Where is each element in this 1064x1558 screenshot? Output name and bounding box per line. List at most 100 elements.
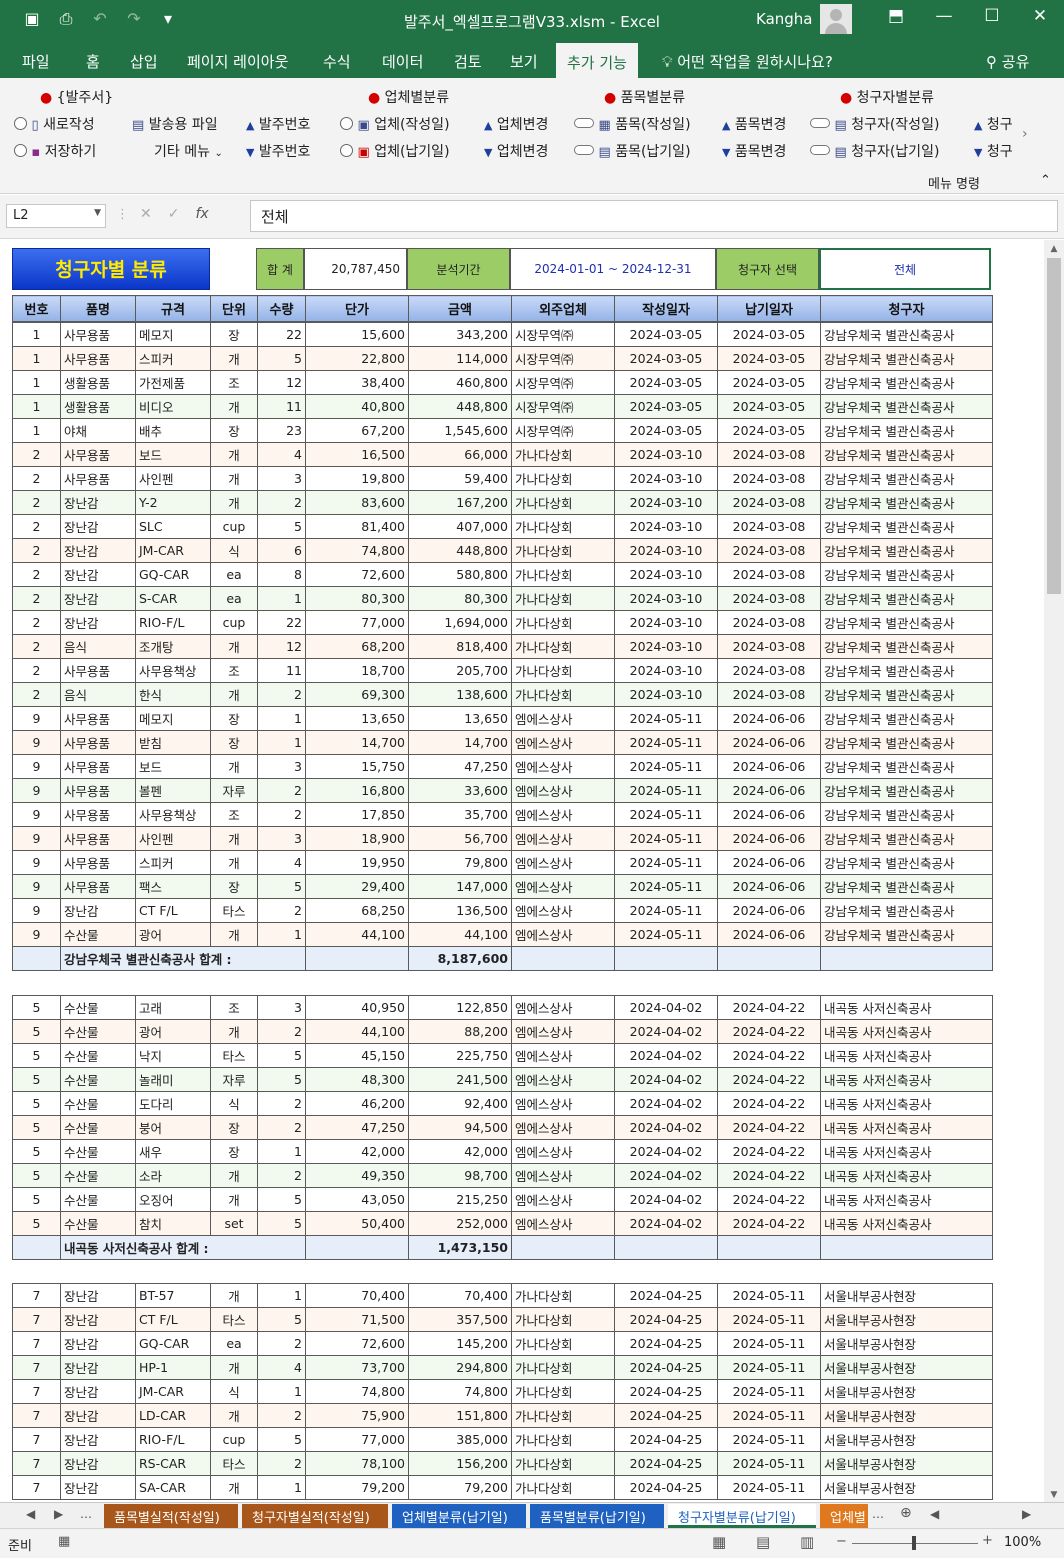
export-file-button[interactable]: ▤ 발송용 파일 bbox=[132, 114, 218, 134]
table-cell[interactable]: 2024-04-02 bbox=[614, 1211, 718, 1236]
table-cell[interactable]: 5 bbox=[12, 1115, 61, 1140]
table-cell[interactable]: 장난감 bbox=[60, 1307, 136, 1332]
table-cell[interactable]: 장난감 bbox=[60, 1283, 136, 1308]
table-cell[interactable]: 2024-04-22 bbox=[717, 1067, 821, 1092]
table-cell[interactable]: 엠에스상사 bbox=[511, 1067, 615, 1092]
table-cell[interactable]: 16,500 bbox=[305, 442, 409, 467]
table-cell[interactable]: 2024-04-02 bbox=[614, 1163, 718, 1188]
table-cell[interactable]: 2024-04-22 bbox=[717, 1043, 821, 1068]
table-cell[interactable]: 151,800 bbox=[408, 1403, 512, 1428]
table-cell[interactable]: 2024-04-02 bbox=[614, 1067, 718, 1092]
table-cell[interactable]: 5 bbox=[257, 346, 306, 371]
hscroll-left-icon[interactable]: ◀ bbox=[930, 1507, 939, 1521]
table-cell[interactable]: 2024-04-22 bbox=[717, 1019, 821, 1044]
table-cell[interactable]: 2024-04-02 bbox=[614, 1187, 718, 1212]
table-cell[interactable]: 3 bbox=[257, 995, 306, 1020]
table-row[interactable]: 9 수산물 광어 개 1 44,100 44,100 엠에스상사 2024-05-11 2024-… bbox=[12, 922, 993, 947]
table-cell[interactable]: 2024-04-25 bbox=[614, 1283, 718, 1308]
table-cell[interactable]: 79,200 bbox=[305, 1475, 409, 1500]
table-cell[interactable]: 12 bbox=[257, 634, 306, 659]
scroll-thumb[interactable] bbox=[1047, 258, 1061, 594]
close-icon[interactable]: ✕ bbox=[1016, 6, 1064, 26]
zoom-level[interactable]: 100% bbox=[1004, 1535, 1041, 1550]
table-cell[interactable]: 수산물 bbox=[60, 1043, 136, 1068]
table-cell[interactable]: 19,950 bbox=[305, 850, 409, 875]
table-cell[interactable]: 18,900 bbox=[305, 826, 409, 851]
table-cell[interactable]: 294,800 bbox=[408, 1355, 512, 1380]
table-cell[interactable]: 2024-03-05 bbox=[717, 370, 821, 395]
table-cell[interactable]: 오징어 bbox=[135, 1187, 211, 1212]
table-cell[interactable]: 장난감 bbox=[60, 1451, 136, 1476]
table-cell[interactable]: 개 bbox=[210, 850, 258, 875]
table-cell[interactable]: 2 bbox=[257, 778, 306, 803]
table-cell[interactable]: 개 bbox=[210, 826, 258, 851]
table-cell[interactable]: 5 bbox=[257, 1211, 306, 1236]
table-cell[interactable]: 343,200 bbox=[408, 322, 512, 347]
table-cell[interactable]: 2024-05-11 bbox=[614, 706, 718, 731]
table-cell[interactable]: 59,400 bbox=[408, 466, 512, 491]
table-cell[interactable]: 9 bbox=[12, 778, 61, 803]
sort-order-desc-button[interactable]: ▼ 발주번호 bbox=[246, 141, 310, 161]
table-row[interactable]: 5 수산물 낙지 타스 5 45,150 225,750 엠에스상사 2024-04-02 202… bbox=[12, 1043, 993, 1068]
table-cell[interactable]: 야채 bbox=[60, 418, 136, 443]
table-cell[interactable]: 수산물 bbox=[60, 1091, 136, 1116]
table-cell[interactable]: 1 bbox=[257, 730, 306, 755]
table-cell[interactable]: 2024-03-10 bbox=[614, 610, 718, 635]
table-cell[interactable]: Y-2 bbox=[135, 490, 211, 515]
normal-view-icon[interactable]: ▦ bbox=[712, 1533, 726, 1551]
table-cell[interactable]: 81,400 bbox=[305, 514, 409, 539]
table-cell[interactable]: 장난감 bbox=[60, 586, 136, 611]
table-cell[interactable]: 강남우체국 별관신축공사 bbox=[820, 850, 993, 875]
table-cell[interactable]: 엠에스상사 bbox=[511, 754, 615, 779]
chevron-down-icon[interactable]: ▼ bbox=[94, 208, 101, 218]
table-cell[interactable]: 2024-04-02 bbox=[614, 1115, 718, 1140]
table-cell[interactable]: 2024-06-06 bbox=[717, 754, 821, 779]
table-cell[interactable]: 2024-03-05 bbox=[614, 370, 718, 395]
table-row[interactable]: 2 장난감 JM-CAR 식 6 74,800 448,800 가나다상회 2024-03-10… bbox=[12, 538, 993, 563]
table-cell[interactable]: 22 bbox=[257, 610, 306, 635]
table-cell[interactable]: 서울내부공사현장 bbox=[820, 1403, 993, 1428]
page-break-view-icon[interactable]: ▥ bbox=[800, 1533, 814, 1551]
table-cell[interactable]: 2024-03-08 bbox=[717, 538, 821, 563]
table-cell[interactable]: 2024-06-06 bbox=[717, 874, 821, 899]
table-cell[interactable]: 205,700 bbox=[408, 658, 512, 683]
table-cell[interactable]: 70,400 bbox=[305, 1283, 409, 1308]
tab-file[interactable]: 파일 bbox=[22, 51, 50, 72]
table-cell[interactable]: 강남우체국 별관신축공사 bbox=[820, 754, 993, 779]
table-cell[interactable]: 강남우체국 별관신축공사 bbox=[820, 562, 993, 587]
table-cell[interactable]: 타스 bbox=[210, 1307, 258, 1332]
table-cell[interactable]: 강남우체국 별관신축공사 bbox=[820, 706, 993, 731]
table-cell[interactable]: 음식 bbox=[60, 682, 136, 707]
table-cell[interactable]: 44,100 bbox=[305, 922, 409, 947]
table-cell[interactable]: 2024-03-10 bbox=[614, 634, 718, 659]
table-cell[interactable]: 2024-05-11 bbox=[614, 874, 718, 899]
table-cell[interactable]: 71,500 bbox=[305, 1307, 409, 1332]
table-cell[interactable]: 67,200 bbox=[305, 418, 409, 443]
table-cell[interactable]: 수산물 bbox=[60, 1187, 136, 1212]
table-cell[interactable]: 가나다상회 bbox=[511, 634, 615, 659]
table-cell[interactable]: 엠에스상사 bbox=[511, 1187, 615, 1212]
table-cell[interactable]: 놀래미 bbox=[135, 1067, 211, 1092]
table-cell[interactable]: 엠에스상사 bbox=[511, 1091, 615, 1116]
table-cell[interactable]: 2024-04-22 bbox=[717, 1211, 821, 1236]
table-cell[interactable]: 47,250 bbox=[305, 1115, 409, 1140]
table-cell[interactable]: 2024-03-08 bbox=[717, 514, 821, 539]
table-cell[interactable]: 비디오 bbox=[135, 394, 211, 419]
table-cell[interactable]: 2 bbox=[12, 490, 61, 515]
table-cell[interactable]: 사무용책상 bbox=[135, 802, 211, 827]
table-cell[interactable]: 2 bbox=[257, 1331, 306, 1356]
table-cell[interactable]: 시장무역㈜ bbox=[511, 346, 615, 371]
table-cell[interactable]: 5 bbox=[12, 1067, 61, 1092]
table-cell[interactable]: 460,800 bbox=[408, 370, 512, 395]
table-cell[interactable]: 2024-04-25 bbox=[614, 1331, 718, 1356]
table-cell[interactable]: 407,000 bbox=[408, 514, 512, 539]
table-cell[interactable]: 내곡동 사저신축공사 bbox=[820, 1211, 993, 1236]
tab-formulas[interactable]: 수식 bbox=[323, 51, 351, 72]
table-cell[interactable]: 5 bbox=[12, 1043, 61, 1068]
table-cell[interactable]: 2024-04-02 bbox=[614, 1043, 718, 1068]
item-due-button[interactable]: ▤ 품목(납기일) bbox=[574, 141, 691, 161]
table-cell[interactable]: 가나다상회 bbox=[511, 466, 615, 491]
table-cell[interactable]: 2024-05-11 bbox=[614, 754, 718, 779]
table-cell[interactable]: 사무용품 bbox=[60, 802, 136, 827]
tab-home[interactable]: 홈 bbox=[86, 51, 100, 72]
